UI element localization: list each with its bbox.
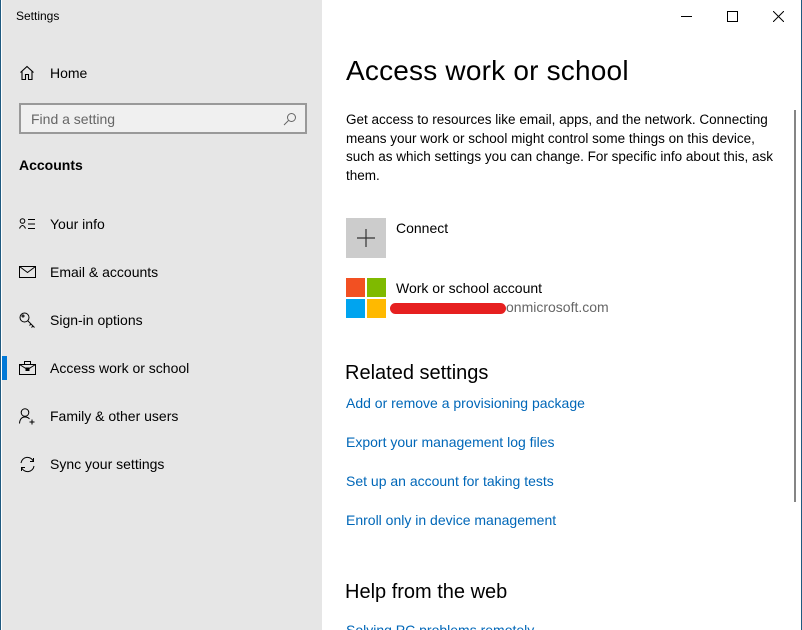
search-icon[interactable] xyxy=(283,112,297,126)
link-account-for-tests[interactable]: Set up an account for taking tests xyxy=(346,473,554,489)
sidebar-item-family-other-users[interactable]: Family & other users xyxy=(2,392,322,440)
sidebar-item-label: Family & other users xyxy=(50,408,179,424)
briefcase-icon xyxy=(19,360,36,377)
scrollbar[interactable] xyxy=(794,110,796,502)
search-input[interactable] xyxy=(31,110,283,127)
related-settings-heading: Related settings xyxy=(345,362,489,384)
settings-window: Settings Home Accounts xyxy=(0,0,802,630)
sync-icon xyxy=(19,456,36,473)
work-school-account[interactable]: Work or school account onmicrosoft.com xyxy=(346,278,609,318)
sidebar-item-email-accounts[interactable]: Email & accounts xyxy=(2,248,322,296)
sidebar-item-label: Sync your settings xyxy=(50,456,165,472)
home-label: Home xyxy=(50,65,88,81)
sidebar-item-label: Email & accounts xyxy=(50,264,159,280)
contact-info-icon xyxy=(19,216,36,233)
sidebar-nav: Your info Email & accounts Sign-in optio… xyxy=(2,200,322,488)
redaction-mark xyxy=(390,303,506,314)
plus-icon xyxy=(357,229,375,247)
mail-icon xyxy=(19,264,36,281)
connect-button[interactable]: Connect xyxy=(346,218,448,258)
page-description: Get access to resources like email, apps… xyxy=(346,112,773,183)
main-content: Access work or school Get access to reso… xyxy=(322,0,800,630)
add-user-icon xyxy=(19,407,36,425)
account-email: onmicrosoft.com xyxy=(390,299,609,315)
link-provisioning-package[interactable]: Add or remove a provisioning package xyxy=(346,395,585,411)
sidebar-item-sign-in-options[interactable]: Sign-in options xyxy=(2,296,322,344)
account-name: Work or school account xyxy=(396,280,543,296)
section-title: Accounts xyxy=(19,157,83,173)
sidebar-item-sync-settings[interactable]: Sync your settings xyxy=(2,440,322,488)
sidebar-home[interactable]: Home xyxy=(19,62,87,84)
connect-label: Connect xyxy=(396,220,449,236)
sidebar-item-access-work-or-school[interactable]: Access work or school xyxy=(2,344,322,392)
key-icon xyxy=(19,312,36,329)
sidebar-item-label: Access work or school xyxy=(50,360,190,376)
home-icon xyxy=(19,65,35,81)
sidebar-item-label: Your info xyxy=(50,216,105,232)
help-heading: Help from the web xyxy=(345,581,508,603)
page-title: Access work or school xyxy=(346,55,629,86)
sidebar: Settings Home Accounts xyxy=(2,0,322,630)
link-solving-pc-problems[interactable]: Solving PC problems remotely xyxy=(346,622,534,630)
account-email-suffix: onmicrosoft.com xyxy=(506,299,609,315)
search-box[interactable] xyxy=(19,103,307,134)
sidebar-item-your-info[interactable]: Your info xyxy=(2,200,322,248)
link-enroll-device-management[interactable]: Enroll only in device management xyxy=(346,512,556,528)
link-export-management-logs[interactable]: Export your management log files xyxy=(346,434,555,450)
sidebar-item-label: Sign-in options xyxy=(50,312,143,328)
app-title: Settings xyxy=(16,9,60,23)
connect-tile xyxy=(346,218,386,258)
microsoft-logo-icon xyxy=(346,278,386,318)
